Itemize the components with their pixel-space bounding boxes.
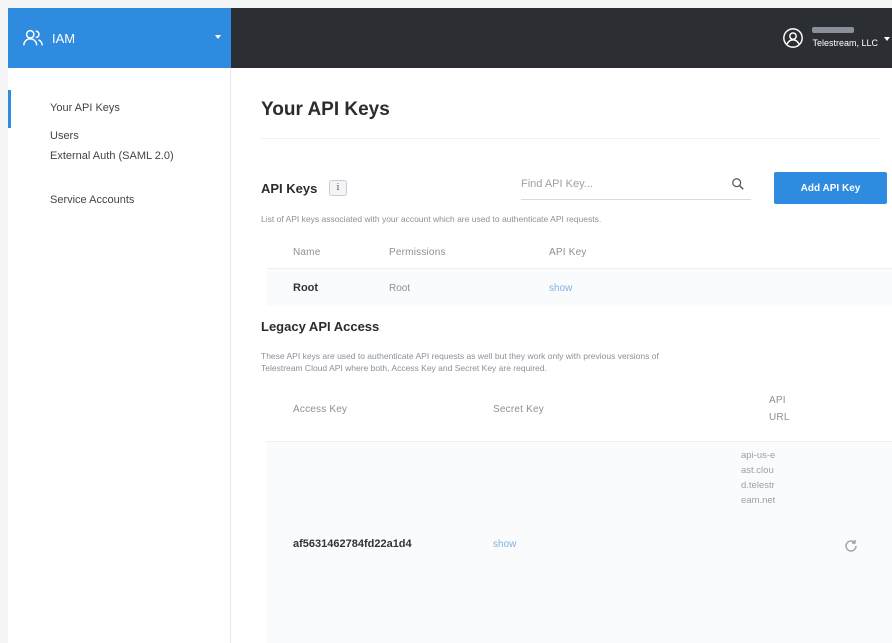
refresh-icon[interactable] (843, 538, 859, 554)
column-header-access-key: Access Key (293, 404, 348, 415)
sidebar-item-service-accounts[interactable]: Service Accounts (50, 194, 134, 206)
row-access-key: af5631462784fd22a1d4 (293, 538, 412, 550)
sidebar-active-indicator (8, 90, 11, 128)
sidebar-item-your-api-keys[interactable]: Your API Keys (50, 102, 120, 114)
api-keys-heading: API Keys (261, 181, 318, 196)
top-bar: IAM Telestream, LLC (8, 8, 892, 68)
show-api-key-link[interactable]: show (549, 283, 572, 294)
show-secret-key-link[interactable]: show (493, 539, 516, 550)
app-window: IAM Telestream, LLC Your API Keys Users … (8, 8, 892, 643)
column-header-api-url: API URL (769, 395, 790, 423)
page-title: Your API Keys (261, 99, 390, 120)
main-content: Your API Keys API Keys i Add API Key Lis… (231, 68, 892, 643)
account-org: Telestream, LLC (812, 38, 878, 48)
column-header-secret-key: Secret Key (493, 404, 544, 415)
table-row (267, 268, 892, 306)
add-api-key-button[interactable]: Add API Key (774, 172, 887, 204)
app-switcher[interactable]: IAM (8, 8, 231, 68)
chevron-down-icon (215, 35, 221, 39)
app-name: IAM (52, 30, 76, 46)
search-input[interactable] (521, 170, 721, 198)
api-keys-description: List of API keys associated with your ac… (261, 214, 602, 224)
column-header-name: Name (293, 247, 321, 258)
sidebar-item-users[interactable]: Users (50, 130, 79, 142)
search-box (521, 170, 751, 200)
sidebar-item-external-auth[interactable]: External Auth (SAML 2.0) (50, 150, 174, 162)
info-icon[interactable]: i (329, 180, 347, 196)
divider (261, 138, 881, 139)
column-header-permissions: Permissions (389, 247, 446, 258)
column-header-api-key: API Key (549, 247, 587, 258)
legacy-description-line1: These API keys are used to authenticate … (261, 351, 659, 361)
account-username-redacted (812, 27, 855, 33)
row-name: Root (293, 282, 319, 294)
account-menu[interactable]: Telestream, LLC (782, 8, 892, 68)
row-api-url: api-us-east.cloud.telestream.net (741, 450, 776, 506)
legacy-heading: Legacy API Access (261, 319, 380, 334)
row-permissions: Root (389, 283, 411, 294)
sidebar: Your API Keys Users External Auth (SAML … (8, 68, 231, 643)
chevron-down-icon (884, 37, 890, 41)
users-icon (23, 29, 43, 46)
legacy-description-line2: Telestream Cloud API where both, Access … (261, 363, 547, 373)
user-avatar-icon (783, 28, 804, 48)
search-icon[interactable] (731, 177, 745, 191)
